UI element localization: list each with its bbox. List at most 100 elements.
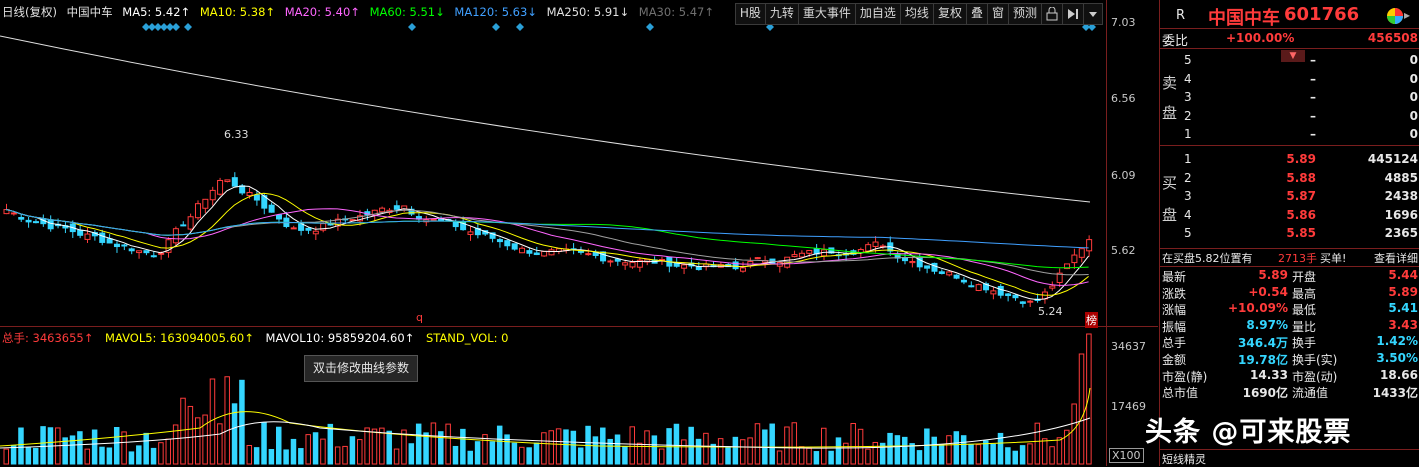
volume-bar bbox=[445, 423, 451, 465]
toolbar-adjust-button[interactable]: 复权 bbox=[934, 4, 967, 24]
volume-bar bbox=[246, 444, 253, 465]
stat-label: 换手(实) bbox=[1292, 353, 1338, 367]
stat-value: 1433亿 bbox=[1372, 386, 1418, 401]
toolbar-forecast-button[interactable]: 预测 bbox=[1009, 4, 1042, 24]
kline-chart[interactable] bbox=[0, 0, 1106, 466]
level-number: 1 bbox=[1184, 152, 1192, 166]
candle-body bbox=[924, 265, 931, 269]
candle-body bbox=[128, 248, 135, 252]
toolbar-jiuzhuan-button[interactable]: 九转 bbox=[766, 4, 799, 24]
candle-body bbox=[1049, 285, 1056, 289]
buy-level-row[interactable]: 1 5.89 445124 bbox=[1160, 152, 1419, 169]
lock-icon[interactable] bbox=[1042, 4, 1063, 24]
volume-bar bbox=[1012, 450, 1018, 465]
stat-value: 5.89 bbox=[1258, 268, 1288, 282]
stat-value: 14.33 bbox=[1250, 367, 1288, 382]
stat-value: 346.4万 bbox=[1238, 336, 1288, 351]
ma250-value: MA250: 5.91↓ bbox=[546, 5, 630, 19]
volume-bar bbox=[84, 448, 91, 465]
candle-body bbox=[305, 227, 312, 231]
volume-bar bbox=[953, 431, 960, 465]
candle-body bbox=[268, 204, 275, 213]
volume-bar bbox=[1041, 438, 1048, 465]
stat-row: 总手 346.4万 换手 1.42% bbox=[1160, 334, 1419, 351]
toolbar-overlay-button[interactable]: 叠 bbox=[967, 4, 988, 24]
candle-body bbox=[1071, 254, 1078, 264]
stat-value: 19.78亿 bbox=[1238, 353, 1288, 367]
sell-level-row[interactable]: 1 – 0 bbox=[1160, 127, 1419, 144]
candle-body bbox=[953, 274, 960, 279]
sell-level-row[interactable]: 4 – 0 bbox=[1160, 72, 1419, 89]
event-diamond-icon[interactable] bbox=[172, 23, 180, 31]
stat-label: 涨跌 bbox=[1162, 286, 1187, 301]
candle-body bbox=[379, 207, 386, 213]
volume-bar bbox=[290, 438, 297, 465]
candle-body bbox=[739, 267, 746, 272]
volume-bar bbox=[349, 436, 356, 465]
volume-bar bbox=[187, 405, 194, 465]
level-price: – bbox=[1310, 127, 1316, 141]
level-volume: 2365 bbox=[1384, 226, 1418, 240]
volume-bar bbox=[732, 436, 739, 465]
event-diamond-icon[interactable] bbox=[408, 23, 416, 31]
play-end-icon[interactable] bbox=[1063, 4, 1084, 24]
level-price: 5.89 bbox=[1286, 152, 1316, 166]
expand-arrow-icon[interactable]: ▸ bbox=[1404, 8, 1410, 22]
colorwheel-icon[interactable] bbox=[1386, 7, 1404, 25]
candle-body bbox=[577, 250, 584, 253]
candle-body bbox=[533, 252, 540, 256]
dropdown-icon[interactable] bbox=[1084, 4, 1102, 24]
volume-bar bbox=[798, 446, 805, 465]
level-volume: 0 bbox=[1409, 71, 1418, 86]
event-diamond-icon[interactable] bbox=[646, 23, 654, 31]
candle-body bbox=[865, 244, 872, 252]
volume-bar bbox=[386, 430, 392, 465]
volume-bar bbox=[909, 443, 915, 465]
volume-bar bbox=[158, 442, 164, 465]
buy-level-row[interactable]: 3 5.87 2438 bbox=[1160, 189, 1419, 206]
toolbar-hshare-button[interactable]: H股 bbox=[736, 4, 766, 24]
mavol10: MAVOL10: 95859204.60↑ bbox=[265, 331, 415, 345]
volume-bar bbox=[592, 436, 599, 465]
candle-body bbox=[872, 241, 879, 247]
stat-value: 1690亿 bbox=[1242, 386, 1288, 401]
candle-body bbox=[180, 224, 187, 227]
candle-body bbox=[946, 271, 953, 276]
stat-label: 量比 bbox=[1292, 319, 1317, 334]
volume-bar bbox=[408, 443, 415, 465]
toolbar-events-button[interactable]: 重大事件 bbox=[799, 4, 856, 24]
candle-body bbox=[10, 212, 17, 215]
candle-body bbox=[791, 254, 798, 258]
buy-level-row[interactable]: 4 5.86 1696 bbox=[1160, 208, 1419, 225]
rank-tag[interactable]: 榜 bbox=[1085, 312, 1098, 328]
volume-bar bbox=[224, 376, 230, 465]
view-detail-link[interactable]: 查看详细 bbox=[1374, 250, 1418, 266]
short-term-tab[interactable]: 短线精灵 bbox=[1162, 451, 1206, 467]
buy-level-row[interactable]: 5 5.85 2365 bbox=[1160, 226, 1419, 243]
volume-bar bbox=[651, 435, 658, 465]
stat-label: 换手 bbox=[1292, 336, 1317, 351]
volume-bar bbox=[872, 441, 879, 465]
stat-label: 总手 bbox=[1162, 336, 1187, 351]
volume-bar bbox=[916, 450, 923, 465]
buy-level-row[interactable]: 2 5.88 4885 bbox=[1160, 171, 1419, 188]
level-volume: 0 bbox=[1409, 53, 1418, 67]
sell-level-row[interactable]: 2 – 0 bbox=[1160, 109, 1419, 126]
candle-body bbox=[202, 198, 209, 209]
volume-unit-button[interactable]: X100 bbox=[1109, 448, 1144, 463]
event-diamond-icon[interactable] bbox=[492, 23, 500, 31]
level-number: 4 bbox=[1184, 207, 1192, 222]
candle-body bbox=[496, 239, 503, 243]
event-diamond-icon[interactable] bbox=[516, 23, 524, 31]
event-diamond-icon[interactable] bbox=[184, 23, 192, 31]
volume-bar bbox=[467, 450, 473, 465]
candle-body bbox=[806, 249, 813, 254]
sell-level-row[interactable]: 3 – 0 bbox=[1160, 90, 1419, 107]
toolbar-add-watchlist-button[interactable]: 加自选 bbox=[856, 4, 901, 24]
candle-body bbox=[143, 250, 150, 254]
toolbar-ma-button[interactable]: 均线 bbox=[901, 4, 934, 24]
candle-body bbox=[136, 250, 143, 254]
candle-body bbox=[393, 205, 400, 210]
sell-level-row[interactable]: 5 – 0 bbox=[1160, 53, 1419, 70]
toolbar-window-button[interactable]: 窗 bbox=[988, 4, 1009, 24]
